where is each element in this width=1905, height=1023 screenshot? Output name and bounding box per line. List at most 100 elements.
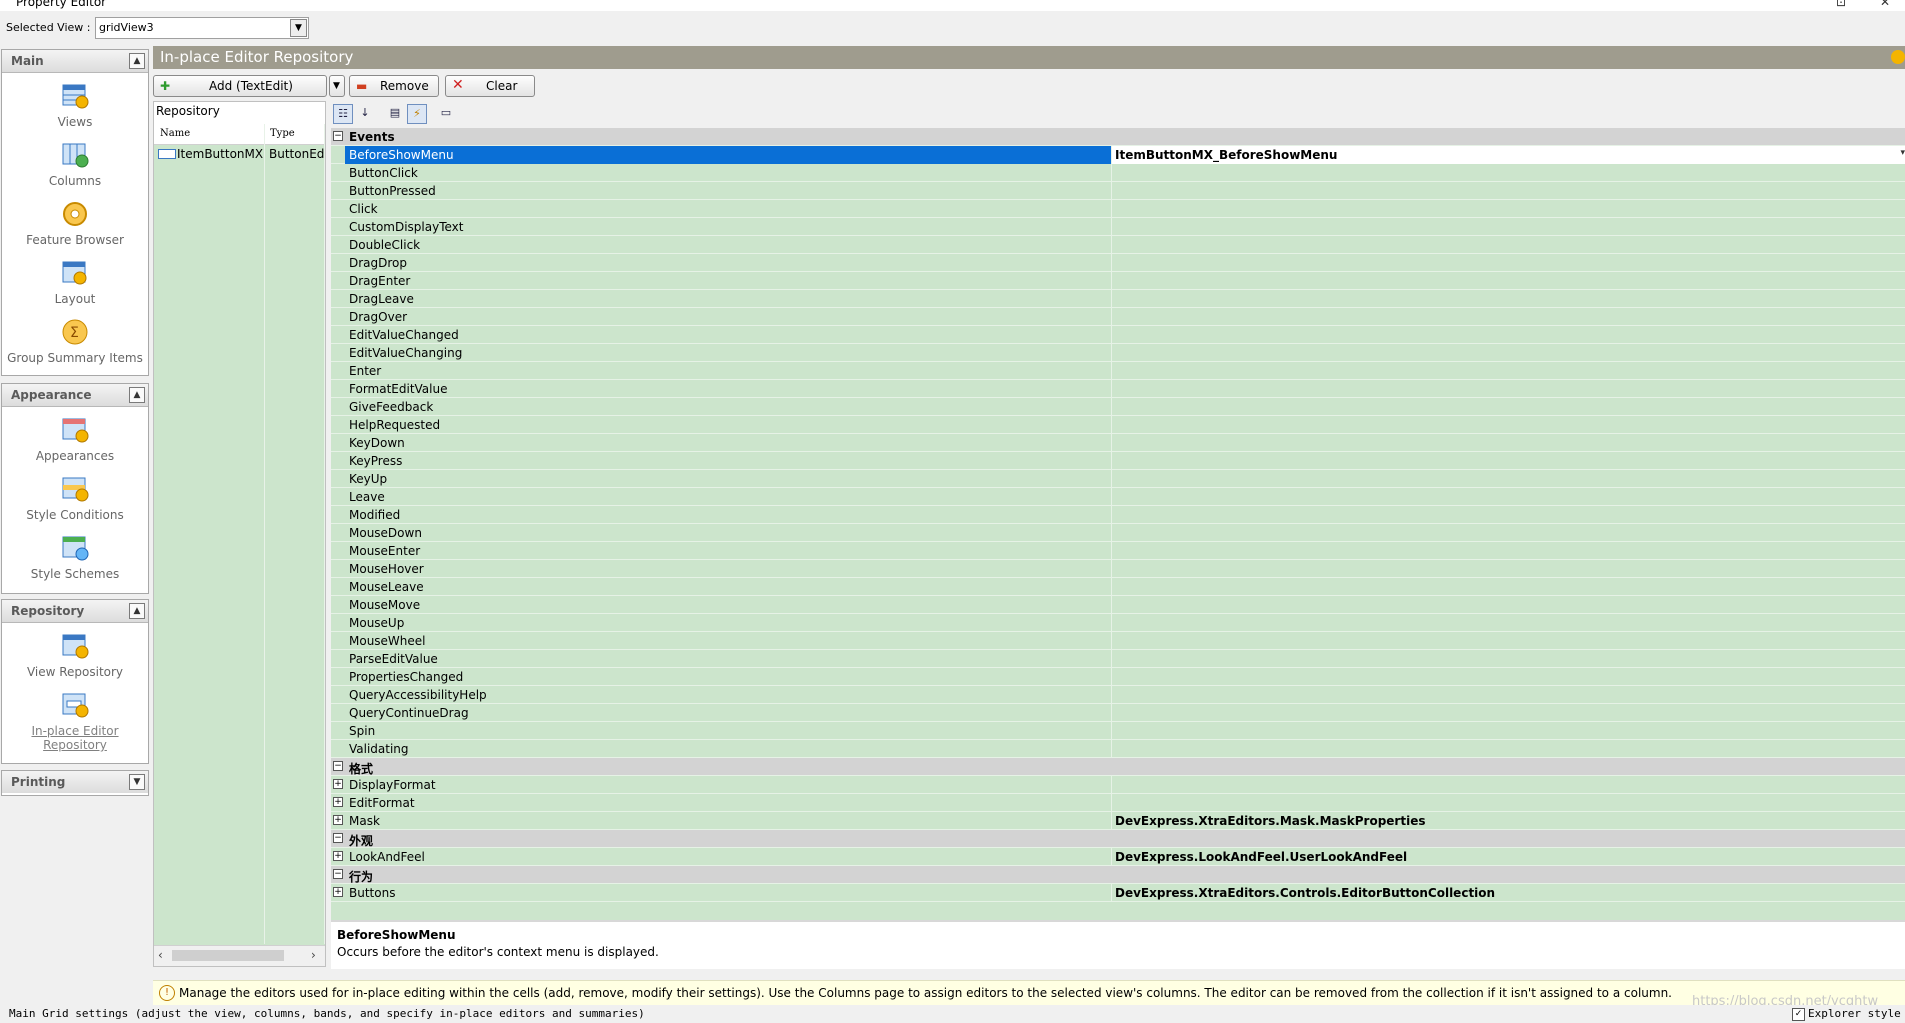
- collapse-icon[interactable]: −: [333, 833, 343, 843]
- property-row[interactable]: KeyDown: [331, 434, 1905, 452]
- nav-item-views[interactable]: Views: [2, 80, 148, 129]
- property-row[interactable]: GiveFeedback: [331, 398, 1905, 416]
- property-row[interactable]: + DisplayFormat: [331, 776, 1905, 794]
- property-row[interactable]: ButtonPressed: [331, 182, 1905, 200]
- column-header-type[interactable]: Type: [270, 128, 295, 139]
- property-name: BeforeShowMenu: [345, 146, 1115, 164]
- restore-window-button[interactable]: ⊡: [1836, 0, 1846, 9]
- list-item[interactable]: ItemButtonMX ButtonEdit: [154, 145, 325, 163]
- property-row[interactable]: ButtonClick: [331, 164, 1905, 182]
- sort-alphabetical-icon[interactable]: ↓: [355, 104, 375, 124]
- properties-icon[interactable]: ▤: [385, 104, 405, 124]
- property-pages-icon[interactable]: ▭: [436, 104, 456, 124]
- property-row[interactable]: MouseDown: [331, 524, 1905, 542]
- close-window-button[interactable]: ✕: [1880, 0, 1890, 9]
- scroll-right-icon[interactable]: ›: [311, 948, 316, 962]
- nav-group-header[interactable]: Printing ▼: [2, 771, 148, 793]
- property-row[interactable]: EditValueChanging: [331, 344, 1905, 362]
- property-row[interactable]: MouseMove: [331, 596, 1905, 614]
- minus-icon: ▬: [356, 79, 368, 93]
- category-row[interactable]: − Events: [331, 128, 1905, 146]
- collapse-icon[interactable]: −: [333, 131, 343, 141]
- property-name: Validating: [349, 742, 409, 756]
- categorized-icon[interactable]: ☷: [333, 104, 353, 124]
- property-row[interactable]: + LookAndFeel DevExpress.LookAndFeel.UserL…: [331, 848, 1905, 866]
- horizontal-scrollbar[interactable]: ‹ ›: [154, 945, 325, 966]
- property-row[interactable]: HelpRequested: [331, 416, 1905, 434]
- nav-item-view-repository[interactable]: View Repository: [2, 630, 148, 679]
- property-row[interactable]: MouseWheel: [331, 632, 1905, 650]
- add-dropdown-button[interactable]: ▼: [329, 75, 345, 97]
- events-icon[interactable]: ⚡: [407, 104, 427, 124]
- property-row[interactable]: DragOver: [331, 308, 1905, 326]
- collapse-icon[interactable]: −: [333, 869, 343, 879]
- chevron-down-icon[interactable]: ▾: [1900, 148, 1905, 158]
- property-row[interactable]: DragDrop: [331, 254, 1905, 272]
- property-row[interactable]: KeyUp: [331, 470, 1905, 488]
- property-row[interactable]: Validating: [331, 740, 1905, 758]
- nav-item-columns[interactable]: Columns: [2, 139, 148, 188]
- add-button[interactable]: ✚ Add (TextEdit): [153, 75, 327, 97]
- nav-item-layout[interactable]: Layout: [2, 257, 148, 306]
- plus-icon: ✚: [160, 79, 171, 93]
- category-row[interactable]: − 行为: [331, 866, 1905, 884]
- columns-icon: [62, 143, 89, 168]
- expand-icon[interactable]: +: [333, 851, 343, 861]
- property-row[interactable]: MouseHover: [331, 560, 1905, 578]
- property-row[interactable]: + Mask DevExpress.XtraEditors.Mask.MaskPro…: [331, 812, 1905, 830]
- property-row[interactable]: Leave: [331, 488, 1905, 506]
- selected-view-value: gridView3: [99, 21, 154, 34]
- property-row[interactable]: MouseEnter: [331, 542, 1905, 560]
- property-row[interactable]: + Buttons DevExpress.XtraEditors.Controls.…: [331, 884, 1905, 902]
- scroll-left-icon[interactable]: ‹: [158, 948, 163, 962]
- property-row[interactable]: Enter: [331, 362, 1905, 380]
- nav-group-header[interactable]: Appearance ▲: [2, 384, 148, 407]
- expand-icon[interactable]: +: [333, 779, 343, 789]
- category-row[interactable]: − 格式: [331, 758, 1905, 776]
- property-row[interactable]: BeforeShowMenu ▾ ItemButtonMX_BeforeShowMe…: [331, 146, 1905, 164]
- scrollbar-thumb[interactable]: [172, 950, 284, 961]
- property-row[interactable]: Spin: [331, 722, 1905, 740]
- selected-view-dropdown[interactable]: gridView3 ▼: [95, 17, 309, 39]
- expand-icon[interactable]: ▼: [129, 774, 145, 790]
- nav-item-style-conditions[interactable]: Style Conditions: [2, 473, 148, 522]
- property-row[interactable]: MouseUp: [331, 614, 1905, 632]
- nav-item-inplace-editor-repository[interactable]: In-place Editor Repository: [2, 689, 148, 752]
- property-row[interactable]: PropertiesChanged: [331, 668, 1905, 686]
- property-row[interactable]: DoubleClick: [331, 236, 1905, 254]
- nav-item-appearances[interactable]: Appearances: [2, 414, 148, 463]
- chevron-down-icon[interactable]: ▼: [290, 19, 307, 37]
- expand-icon[interactable]: +: [333, 887, 343, 897]
- column-header-name[interactable]: Name: [160, 128, 190, 139]
- nav-group-header[interactable]: Repository ▲: [2, 600, 148, 623]
- property-row[interactable]: + EditFormat: [331, 794, 1905, 812]
- category-row[interactable]: − 外观: [331, 830, 1905, 848]
- expand-icon[interactable]: +: [333, 815, 343, 825]
- explorer-style-checkbox[interactable]: ✓: [1792, 1008, 1805, 1021]
- property-row[interactable]: QueryContinueDrag: [331, 704, 1905, 722]
- property-row[interactable]: ParseEditValue: [331, 650, 1905, 668]
- property-row[interactable]: EditValueChanged: [331, 326, 1905, 344]
- clear-button[interactable]: ✕ Clear: [445, 75, 535, 97]
- collapse-icon[interactable]: ▲: [129, 603, 145, 619]
- property-row[interactable]: Modified: [331, 506, 1905, 524]
- svg-text:Σ: Σ: [70, 325, 79, 341]
- property-row[interactable]: QueryAccessibilityHelp: [331, 686, 1905, 704]
- property-row[interactable]: CustomDisplayText: [331, 218, 1905, 236]
- remove-button[interactable]: ▬ Remove: [349, 75, 439, 97]
- property-row[interactable]: Click: [331, 200, 1905, 218]
- nav-group-header[interactable]: Main ▲: [2, 50, 148, 73]
- property-row[interactable]: MouseLeave: [331, 578, 1905, 596]
- category-label: 行为: [349, 870, 374, 884]
- expand-icon[interactable]: +: [333, 797, 343, 807]
- property-row[interactable]: DragLeave: [331, 290, 1905, 308]
- collapse-icon[interactable]: ▲: [129, 53, 145, 69]
- collapse-icon[interactable]: −: [333, 761, 343, 771]
- property-row[interactable]: KeyPress: [331, 452, 1905, 470]
- property-row[interactable]: FormatEditValue: [331, 380, 1905, 398]
- property-row[interactable]: DragEnter: [331, 272, 1905, 290]
- nav-item-group-summary-items[interactable]: Σ Group Summary Items: [2, 316, 148, 365]
- nav-item-feature-browser[interactable]: Feature Browser: [2, 198, 148, 247]
- nav-item-style-schemes[interactable]: Style Schemes: [2, 532, 148, 581]
- collapse-icon[interactable]: ▲: [129, 387, 145, 403]
